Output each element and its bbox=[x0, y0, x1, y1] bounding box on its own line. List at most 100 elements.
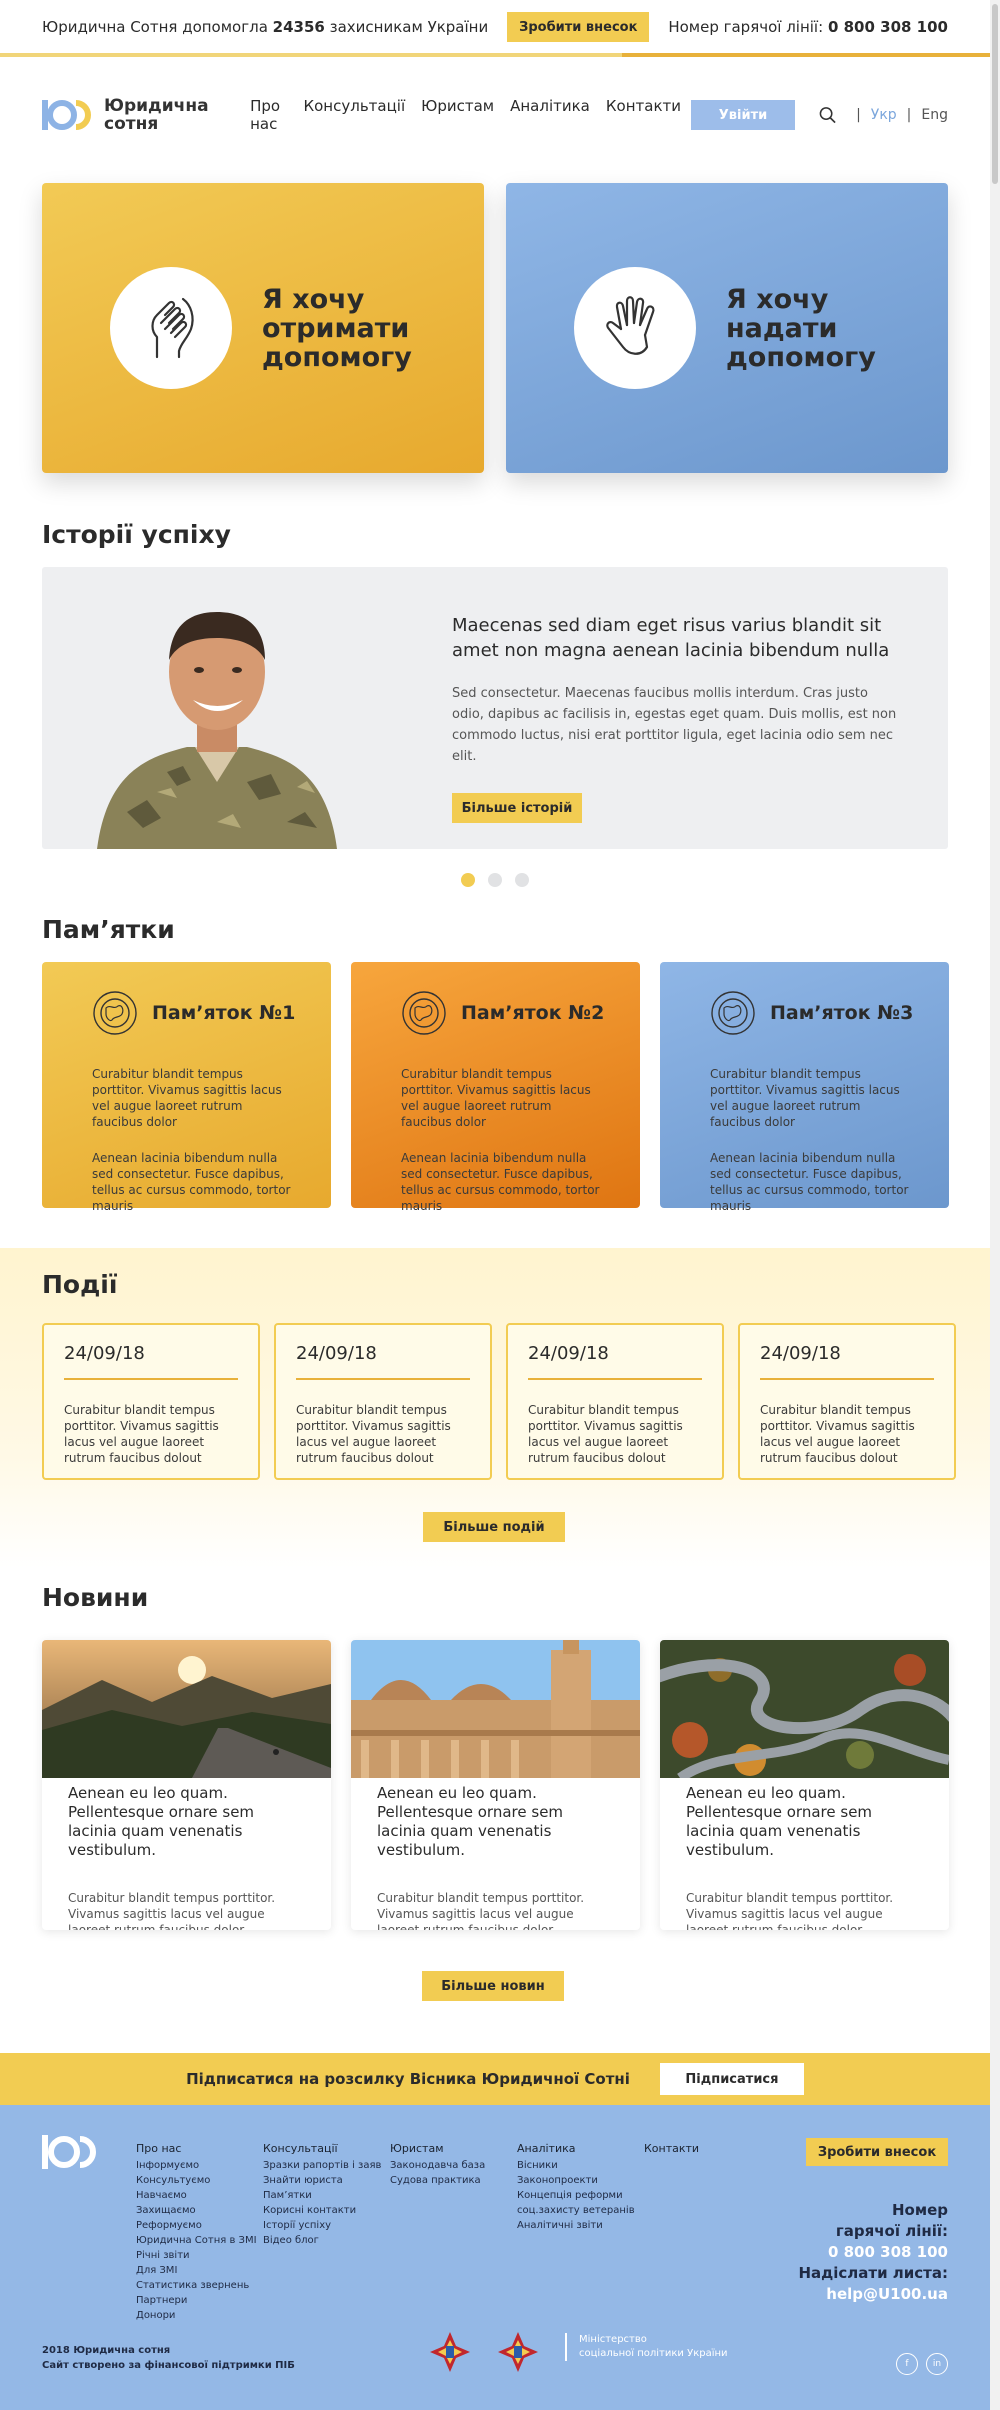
carousel-dot-2[interactable] bbox=[488, 873, 502, 887]
handshake-icon bbox=[151, 297, 194, 359]
memo-card-3[interactable]: Пам’яток №3 Curabitur blandit tempus por… bbox=[660, 962, 949, 1213]
footer-col-contacts: Контакти bbox=[644, 2141, 699, 2158]
nav-menu: Про нас Консультації Юристам Аналітика К… bbox=[250, 97, 681, 133]
footer-link[interactable]: Реформуємо bbox=[136, 2218, 257, 2233]
ministry-emblem-icon bbox=[498, 2332, 538, 2372]
get-help-card[interactable]: Я хочу отримати допомогу bbox=[42, 183, 484, 473]
footer-link[interactable]: Вісники bbox=[517, 2158, 635, 2173]
event-card-2[interactable]: 24/09/18 Curabitur blandit tempus portti… bbox=[274, 1323, 492, 1480]
login-button[interactable]: Увійти bbox=[691, 100, 796, 130]
carousel-dot-3[interactable] bbox=[515, 873, 529, 887]
footer-logo-icon[interactable] bbox=[42, 2133, 102, 2171]
nav-item-contacts[interactable]: Контакти bbox=[606, 97, 681, 133]
ministry-label: Міністерство соціальної політики України bbox=[565, 2333, 728, 2361]
footer-email[interactable]: help@U100.ua bbox=[798, 2284, 948, 2305]
page-scrollbar[interactable] bbox=[990, 0, 1000, 2410]
footer-link[interactable]: Корисні контакти bbox=[263, 2203, 381, 2218]
copyright: 2018 Юридична сотня Сайт створено за фін… bbox=[42, 2345, 295, 2371]
footer-link[interactable]: Партнери bbox=[136, 2293, 257, 2308]
success-story-card: Maecenas sed diam eget risus varius blan… bbox=[42, 567, 948, 849]
site-logo[interactable]: Юридична сотня bbox=[42, 97, 250, 133]
footer-link[interactable]: Захищаємо bbox=[136, 2203, 257, 2218]
footer-link[interactable]: Пам’ятки bbox=[263, 2188, 381, 2203]
news-card-2[interactable]: Aenean eu leo quam. Pellentesque ornare … bbox=[351, 1640, 640, 1930]
memos-list: Пам’яток №1 Curabitur blandit tempus por… bbox=[42, 962, 949, 1213]
footer-link[interactable]: Відео блог bbox=[263, 2233, 381, 2248]
get-help-title: Я хочу отримати допомогу bbox=[262, 283, 412, 373]
footer-heading[interactable]: Контакти bbox=[644, 2141, 699, 2156]
news-heading: Новини bbox=[42, 1583, 149, 1612]
footer-link[interactable]: Юридична Сотня в ЗМІ bbox=[136, 2233, 257, 2248]
language-switcher: | Укр | Eng bbox=[856, 107, 948, 123]
footer-link[interactable]: Статистика звернень bbox=[136, 2278, 257, 2293]
more-news-button[interactable]: Більше новин bbox=[422, 1971, 564, 2001]
events-heading: Події bbox=[42, 1270, 118, 1299]
news-card-3[interactable]: Aenean eu leo quam. Pellentesque ornare … bbox=[660, 1640, 949, 1930]
carousel-dot-1[interactable] bbox=[461, 873, 475, 887]
news-text: Curabitur blandit tempus porttitor. Viva… bbox=[686, 1891, 894, 1930]
search-icon[interactable] bbox=[819, 106, 836, 124]
subscribe-button[interactable]: Підписатися bbox=[659, 2063, 804, 2095]
donate-button[interactable]: Зробити внесок bbox=[507, 12, 650, 42]
footer-link[interactable]: Донори bbox=[136, 2308, 257, 2323]
lang-ua[interactable]: Укр bbox=[871, 107, 897, 123]
footer-link[interactable]: Історії успіху bbox=[263, 2218, 381, 2233]
footer-link[interactable]: соц.захисту ветеранів bbox=[517, 2203, 635, 2218]
top-bar: Юридична Сотня допомогла 24356 захисника… bbox=[0, 0, 990, 54]
lang-en[interactable]: Eng bbox=[921, 107, 948, 123]
linkedin-icon[interactable]: in bbox=[926, 2353, 948, 2375]
memo-card-1[interactable]: Пам’яток №1 Curabitur blandit tempus por… bbox=[42, 962, 331, 1213]
footer-link[interactable]: Знайти юриста bbox=[263, 2173, 381, 2188]
story-title: Maecenas sed diam eget risus varius blan… bbox=[452, 615, 890, 661]
more-events-button[interactable]: Більше подій bbox=[423, 1512, 565, 1542]
footer-link[interactable]: Законопроекти bbox=[517, 2173, 635, 2188]
facebook-icon[interactable]: f bbox=[896, 2353, 918, 2375]
helped-counter: Юридична Сотня допомогла 24356 захисника… bbox=[42, 18, 489, 36]
footer-link[interactable]: Навчаємо bbox=[136, 2188, 257, 2203]
more-stories-button[interactable]: Більше історій bbox=[452, 793, 582, 823]
footer-link[interactable]: Зразки рапортів і заяв bbox=[263, 2158, 381, 2173]
footer-link[interactable]: Для ЗМІ bbox=[136, 2263, 257, 2278]
footer-heading[interactable]: Аналітика bbox=[517, 2141, 635, 2156]
footer-heading[interactable]: Юристам bbox=[390, 2141, 485, 2156]
news-image-winding-road bbox=[660, 1640, 949, 1778]
top-divider bbox=[0, 53, 990, 57]
globe-icon bbox=[402, 991, 446, 1035]
event-card-4[interactable]: 24/09/18 Curabitur blandit tempus portti… bbox=[738, 1323, 956, 1480]
soldier-photo bbox=[97, 612, 337, 849]
footer-link[interactable]: Законодавча база bbox=[390, 2158, 485, 2173]
news-card-1[interactable]: Aenean eu leo quam. Pellentesque ornare … bbox=[42, 1640, 331, 1930]
footer-heading[interactable]: Консультації bbox=[263, 2141, 381, 2156]
nav-item-consultations[interactable]: Консультації bbox=[303, 97, 405, 133]
hotline: Номер гарячої лінії: 0 800 308 100 bbox=[668, 18, 948, 36]
event-card-1[interactable]: 24/09/18 Curabitur blandit tempus portti… bbox=[42, 1323, 260, 1480]
social-links: f in bbox=[896, 2353, 948, 2375]
footer-link[interactable]: Консультуємо bbox=[136, 2173, 257, 2188]
event-card-3[interactable]: 24/09/18 Curabitur blandit tempus portti… bbox=[506, 1323, 724, 1480]
footer-link[interactable]: Аналітичні звіти bbox=[517, 2218, 635, 2233]
page: Юридична Сотня допомогла 24356 захисника… bbox=[0, 0, 990, 2410]
footer: Про нас Інформуємо Консультуємо Навчаємо… bbox=[0, 2105, 990, 2410]
footer-hotline-number[interactable]: 0 800 308 100 bbox=[798, 2242, 948, 2263]
footer-heading[interactable]: Про нас bbox=[136, 2141, 257, 2156]
footer-link[interactable]: Інформуємо bbox=[136, 2158, 257, 2173]
news-text: Curabitur blandit tempus porttitor. Viva… bbox=[377, 1891, 585, 1930]
footer-link[interactable]: Судова практика bbox=[390, 2173, 485, 2188]
give-help-card[interactable]: Я хочу надати допомогу bbox=[506, 183, 948, 473]
hero: Я хочу отримати допомогу Я хочу надати д… bbox=[42, 183, 948, 473]
footer-contacts: Номер гарячої лінії: 0 800 308 100 Надіс… bbox=[798, 2201, 948, 2305]
footer-donate-button[interactable]: Зробити внесок bbox=[806, 2138, 948, 2166]
footer-col-consultations: Консультації Зразки рапортів і заяв Знай… bbox=[263, 2141, 381, 2248]
nav-item-lawyers[interactable]: Юристам bbox=[421, 97, 494, 133]
event-text: Curabitur blandit tempus porttitor. Viva… bbox=[64, 1403, 219, 1465]
nav-item-analytics[interactable]: Аналітика bbox=[510, 97, 590, 133]
main-nav: Юридична сотня Про нас Консультації Юрис… bbox=[42, 95, 948, 135]
footer-link[interactable]: Концепція реформи bbox=[517, 2188, 635, 2203]
event-date: 24/09/18 bbox=[64, 1343, 145, 1364]
nav-item-about[interactable]: Про нас bbox=[250, 97, 287, 133]
hotline-number[interactable]: 0 800 308 100 bbox=[828, 18, 948, 36]
footer-link[interactable]: Річні звіти bbox=[136, 2248, 257, 2263]
news-title: Aenean eu leo quam. Pellentesque ornare … bbox=[686, 1784, 873, 1859]
news-image-mountain-road bbox=[42, 1640, 331, 1778]
memo-card-2[interactable]: Пам’яток №2 Curabitur blandit tempus por… bbox=[351, 962, 640, 1213]
